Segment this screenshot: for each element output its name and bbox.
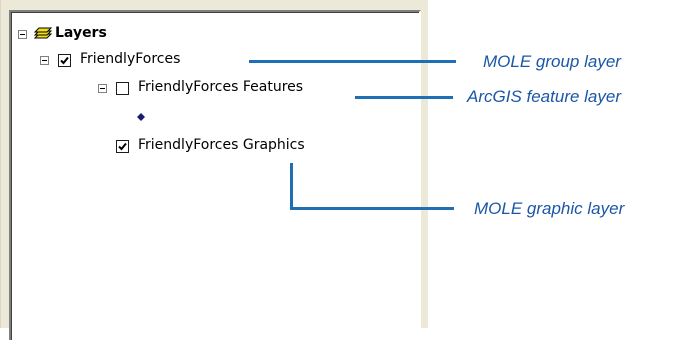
collapse-icon[interactable]: [18, 30, 27, 39]
point-symbol-icon: [137, 106, 145, 125]
layers-stack-icon: [31, 25, 53, 47]
graphic-layer-checkbox[interactable]: [116, 140, 129, 153]
group-layer-checkbox[interactable]: [58, 54, 71, 67]
collapse-icon[interactable]: [40, 56, 49, 65]
tree-item-graphic-layer[interactable]: FriendlyForces Graphics: [11, 136, 351, 156]
feature-layer-checkbox[interactable]: [116, 82, 129, 95]
leader-line-graphic-horizontal: [290, 207, 454, 210]
graphic-layer-label: FriendlyForces Graphics: [138, 137, 305, 153]
annotation-arcgis-feature-layer: ArcGIS feature layer: [467, 87, 622, 106]
tree-root-layers[interactable]: Layers: [11, 24, 211, 44]
leader-line-group: [249, 60, 456, 63]
tree-item-feature-layer[interactable]: FriendlyForces Features: [11, 78, 351, 98]
annotation-mole-graphic-layer: MOLE graphic layer: [474, 199, 625, 218]
tree-item-group-layer[interactable]: FriendlyForces: [11, 50, 251, 70]
table-of-contents-window: Layers FriendlyForces FriendlyForces Fea…: [0, 0, 428, 340]
leader-line-feature: [355, 96, 453, 99]
group-layer-label: FriendlyForces: [80, 51, 181, 67]
annotation-mole-group-layer: MOLE group layer: [483, 52, 621, 71]
leader-line-graphic-vertical: [290, 163, 293, 210]
layers-root-label: Layers: [55, 25, 107, 41]
feature-layer-label: FriendlyForces Features: [138, 79, 304, 95]
collapse-icon[interactable]: [98, 84, 107, 93]
